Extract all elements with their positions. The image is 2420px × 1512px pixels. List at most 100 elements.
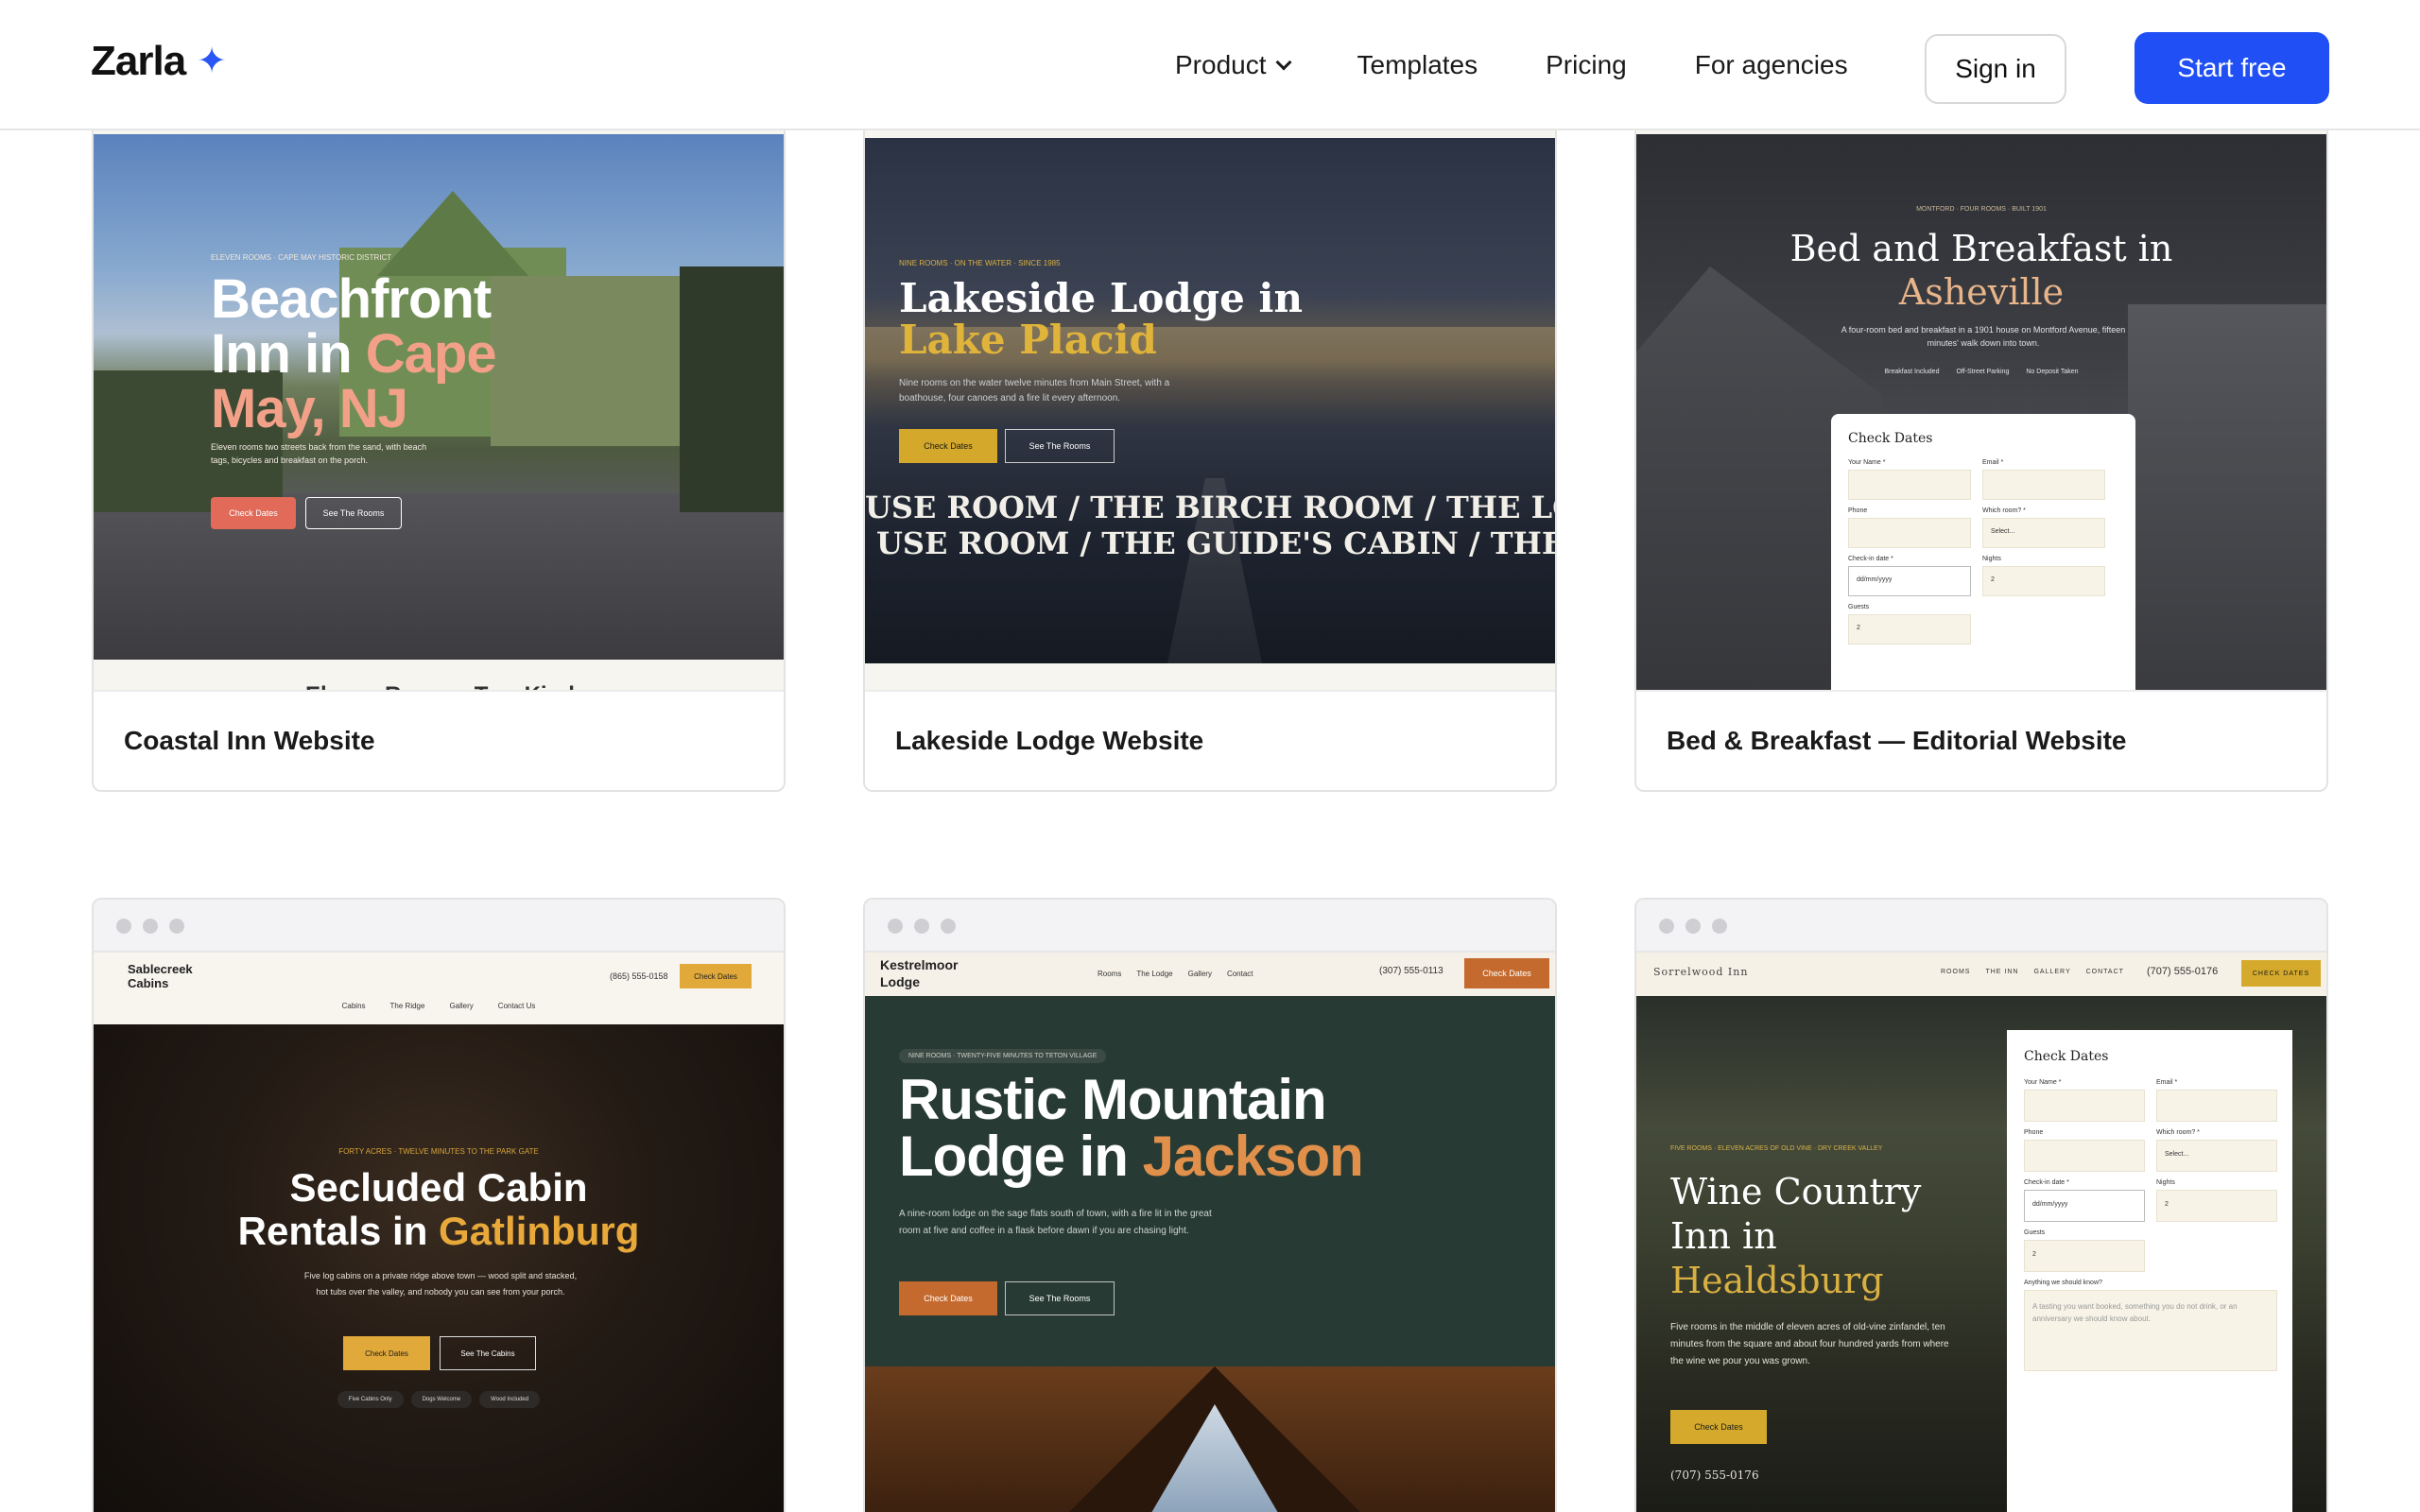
- menu-item[interactable]: Rooms: [1098, 970, 1121, 978]
- card-title: Coastal Inn Website: [94, 690, 784, 790]
- room-select[interactable]: Select...: [2156, 1140, 2277, 1172]
- nav-templates[interactable]: Templates: [1357, 50, 1478, 80]
- check-dates-button[interactable]: Check Dates: [211, 497, 296, 529]
- field-label: Your Name *: [2024, 1079, 2062, 1086]
- email-field[interactable]: [1982, 470, 2105, 500]
- see-rooms-button[interactable]: See The Rooms: [1005, 1281, 1115, 1315]
- hero-headline: Secluded Cabin Rentals in Gatlinburg: [237, 1165, 640, 1253]
- hero-photo: FORTY ACRES · TWELVE MINUTES TO THE PARK…: [94, 1024, 784, 1512]
- nav-check-dates-button[interactable]: Check Dates: [1464, 958, 1549, 988]
- sparkle-icon: ✦: [197, 42, 227, 81]
- field-label: Which room? *: [1982, 507, 2026, 514]
- brand-name: Zarla: [91, 38, 186, 84]
- menu-item[interactable]: The Lodge: [1136, 970, 1172, 978]
- template-card-wine[interactable]: Sorrelwood Inn ROOMS THE INN GALLERY CON…: [1634, 898, 2328, 1512]
- nav-agencies[interactable]: For agencies: [1695, 50, 1848, 80]
- site-nav: Sablecreek Cabins (865) 555-0158 Check D…: [94, 953, 784, 1024]
- check-dates-button[interactable]: Check Dates: [343, 1336, 430, 1370]
- room-select[interactable]: Select...: [1982, 518, 2105, 548]
- nav-product[interactable]: Product: [1175, 50, 1291, 80]
- email-field[interactable]: [2156, 1090, 2277, 1122]
- rooms-marquee: USE ROOM / THE BIRCH ROOM / THE LOON USE…: [865, 490, 1555, 561]
- notes-textarea[interactable]: A tasting you want booked, something you…: [2024, 1290, 2277, 1371]
- start-free-button[interactable]: Start free: [2135, 32, 2329, 104]
- field-label: Phone: [1848, 507, 1868, 514]
- hero-body: Five rooms in the middle of eleven acres…: [1670, 1322, 1949, 1366]
- menu-item[interactable]: The Ridge: [390, 1002, 425, 1010]
- name-field[interactable]: [1848, 470, 1971, 500]
- check-dates-button[interactable]: Check Dates: [1670, 1410, 1767, 1444]
- sign-in-button[interactable]: Sign in: [1925, 34, 2066, 104]
- field-label: Email *: [2156, 1079, 2178, 1086]
- booking-form: Check Dates Your Name * Email * Phone Wh…: [1831, 414, 2135, 694]
- bottom-phone: (707) 555-0176: [1670, 1469, 1759, 1482]
- template-card-lakeside[interactable]: NINE ROOMS · ON THE WATER · SINCE 1985 L…: [863, 19, 1557, 792]
- menu-item[interactable]: GALLERY: [2033, 969, 2070, 975]
- menu-item[interactable]: Contact Us: [498, 1002, 536, 1010]
- see-rooms-button[interactable]: See The Rooms: [305, 497, 402, 529]
- site-nav: Sorrelwood Inn ROOMS THE INN GALLERY CON…: [1636, 953, 2326, 996]
- field-label: Phone: [2024, 1129, 2044, 1136]
- nav-check-dates-button[interactable]: Check Dates: [680, 964, 752, 988]
- window-dot: [143, 919, 158, 934]
- booking-form: Check Dates Your Name * Email * Phone Wh…: [2007, 1030, 2292, 1512]
- checkin-date-field[interactable]: dd/mm/yyyy: [1848, 566, 1971, 596]
- site-brand: Kestrelmoor Lodge: [880, 957, 959, 989]
- feature-chips: Five Cabins Only Dogs Welcome Wood Inclu…: [94, 1391, 784, 1408]
- hero-body: Five log cabins on a private ridge above…: [303, 1271, 578, 1297]
- hero-eyebrow: MONTFORD · FOUR ROOMS · BUILT 1901: [1916, 206, 2047, 213]
- window-dot: [169, 919, 184, 934]
- window-dot: [1712, 919, 1727, 934]
- menu-item[interactable]: Contact: [1227, 970, 1253, 978]
- card-title: Lakeside Lodge Website: [865, 690, 1555, 790]
- checkin-date-field[interactable]: dd/mm/yyyy: [2024, 1190, 2145, 1222]
- hero-photo: MONTFORD · FOUR ROOMS · BUILT 1901 Bed a…: [1636, 134, 2326, 694]
- menu-item[interactable]: CONTACT: [2086, 969, 2124, 975]
- menu-item[interactable]: Cabins: [342, 1002, 366, 1010]
- guests-field[interactable]: 2: [1848, 614, 1971, 644]
- template-card-bnb[interactable]: MONTFORD · FOUR ROOMS · BUILT 1901 Bed a…: [1634, 19, 2328, 792]
- nav-check-dates-button[interactable]: CHECK DATES: [2241, 960, 2321, 987]
- see-rooms-button[interactable]: See The Rooms: [1005, 429, 1115, 463]
- hero-headline: Rustic Mountain Lodge in Jackson: [899, 1068, 1364, 1188]
- field-label: Check-in date *: [1848, 556, 1893, 562]
- field-label: Email *: [1982, 459, 2004, 466]
- window-dot: [1685, 919, 1701, 934]
- hero-body: Nine rooms on the water twelve minutes f…: [899, 378, 1170, 404]
- site-nav: Kestrelmoor Lodge Rooms The Lodge Galler…: [865, 953, 1555, 996]
- hero-body: A four-room bed and breakfast in a 1901 …: [1841, 325, 2126, 348]
- hero-photo: FIVE ROOMS · ELEVEN ACRES OF OLD VINE · …: [1636, 996, 2326, 1512]
- menu-item[interactable]: ROOMS: [1941, 969, 1970, 975]
- badge: Off-Street Parking: [1956, 369, 2010, 375]
- hero-photo: NINE ROOMS · ON THE WATER · SINCE 1985 L…: [865, 138, 1555, 663]
- lodge-photo: [865, 1366, 1555, 1512]
- menu-item[interactable]: THE INN: [1985, 969, 2018, 975]
- name-field[interactable]: [2024, 1090, 2145, 1122]
- template-card-mountain[interactable]: Kestrelmoor Lodge Rooms The Lodge Galler…: [863, 898, 1557, 1512]
- chip: Wood Included: [479, 1391, 541, 1408]
- template-card-coastal[interactable]: ELEVEN ROOMS · CAPE MAY HISTORIC DISTRIC…: [92, 19, 786, 792]
- see-cabins-button[interactable]: See The Cabins: [440, 1336, 536, 1370]
- hero-headline: Bed and Breakfast in Asheville: [1789, 228, 2173, 313]
- phone-field[interactable]: [1848, 518, 1971, 548]
- field-label: Anything we should know?: [2024, 1280, 2102, 1286]
- top-nav: Zarla ✦ Product Templates Pricing For ag…: [0, 0, 2420, 130]
- nights-field[interactable]: 2: [1982, 566, 2105, 596]
- hero-photo: ELEVEN ROOMS · CAPE MAY HISTORIC DISTRIC…: [94, 134, 784, 660]
- hero-headline: Lakeside Lodge in Lake Placid: [899, 275, 1303, 363]
- hero-eyebrow: FIVE ROOMS · ELEVEN ACRES OF OLD VINE · …: [1670, 1145, 1883, 1152]
- phone-field[interactable]: [2024, 1140, 2145, 1172]
- nav-pricing[interactable]: Pricing: [1546, 50, 1627, 80]
- guests-field[interactable]: 2: [2024, 1240, 2145, 1272]
- menu-item[interactable]: Gallery: [1188, 970, 1212, 978]
- site-menu: ROOMS THE INN GALLERY CONTACT: [1941, 969, 2124, 975]
- form-title: Check Dates: [2024, 1049, 2109, 1064]
- check-dates-button[interactable]: Check Dates: [899, 429, 997, 463]
- template-card-cabins[interactable]: Sablecreek Cabins (865) 555-0158 Check D…: [92, 898, 786, 1512]
- menu-item[interactable]: Gallery: [449, 1002, 473, 1010]
- logo[interactable]: Zarla ✦: [91, 38, 227, 85]
- nights-field[interactable]: 2: [2156, 1190, 2277, 1222]
- check-dates-button[interactable]: Check Dates: [899, 1281, 997, 1315]
- site-brand: Sablecreek Cabins: [128, 962, 193, 990]
- browser-bar: [1636, 900, 2326, 953]
